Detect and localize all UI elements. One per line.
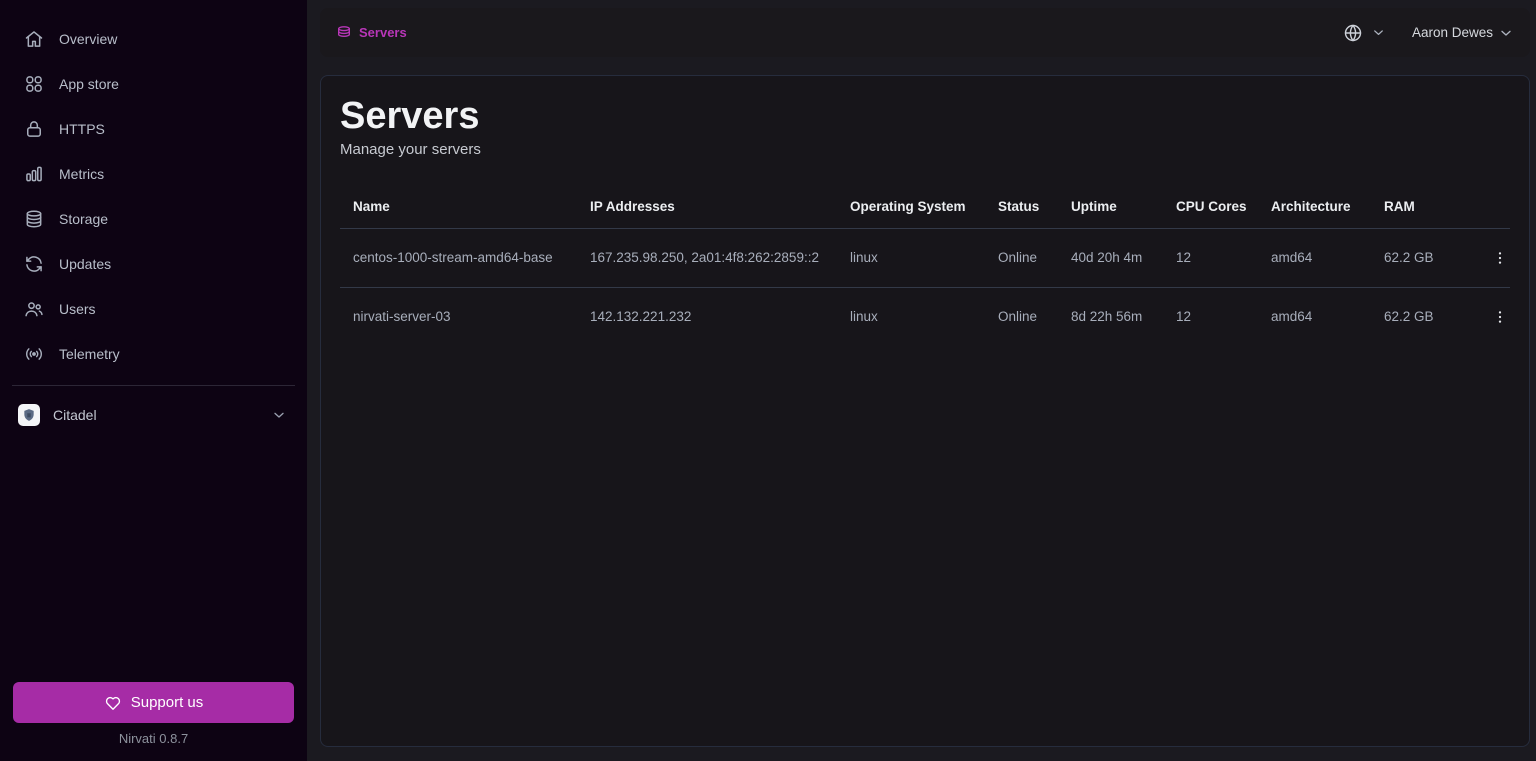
sidebar-item-citadel[interactable]: Citadel bbox=[0, 394, 307, 436]
sidebar-divider bbox=[12, 385, 295, 386]
sidebar-item-https[interactable]: HTTPS bbox=[0, 106, 307, 151]
cell-ram: 62.2 GB bbox=[1371, 228, 1471, 287]
cell-cpu-cores: 12 bbox=[1163, 287, 1258, 346]
sidebar-item-label: Storage bbox=[59, 211, 108, 227]
sidebar-item-overview[interactable]: Overview bbox=[0, 16, 307, 61]
sidebar-item-label: Overview bbox=[59, 31, 117, 47]
row-actions-button[interactable] bbox=[1484, 305, 1510, 329]
broadcast-icon bbox=[24, 344, 44, 364]
column-header-name: Name bbox=[340, 185, 577, 229]
bar-chart-icon bbox=[24, 164, 44, 184]
cell-ip: 142.132.221.232 bbox=[577, 287, 837, 346]
kebab-menu-icon bbox=[1492, 309, 1508, 325]
shield-icon bbox=[22, 408, 36, 422]
home-icon bbox=[24, 29, 44, 49]
cell-os: linux bbox=[837, 287, 985, 346]
row-actions-button[interactable] bbox=[1484, 246, 1510, 270]
status-badge: Online bbox=[985, 228, 1058, 287]
sidebar-item-label: Users bbox=[59, 301, 96, 317]
sidebar-item-label: Telemetry bbox=[59, 346, 120, 362]
page-title: Servers bbox=[340, 97, 1510, 137]
breadcrumb-label: Servers bbox=[359, 25, 407, 40]
cell-cpu-cores: 12 bbox=[1163, 228, 1258, 287]
column-header-actions bbox=[1471, 185, 1510, 229]
kebab-menu-icon bbox=[1492, 250, 1508, 266]
topbar: Servers Aaron Dewes bbox=[320, 8, 1530, 57]
cell-ip: 167.235.98.250, 2a01:4f8:262:2859::2 bbox=[577, 228, 837, 287]
sidebar-item-storage[interactable]: Storage bbox=[0, 196, 307, 241]
sidebar-item-label: Citadel bbox=[53, 407, 97, 423]
table-row: centos-1000-stream-amd64-base 167.235.98… bbox=[340, 228, 1510, 287]
servers-panel: Servers Manage your servers Name IP Addr… bbox=[320, 75, 1530, 747]
support-us-label: Support us bbox=[131, 694, 204, 711]
column-header-status: Status bbox=[985, 185, 1058, 229]
sidebar-item-updates[interactable]: Updates bbox=[0, 241, 307, 286]
cell-os: linux bbox=[837, 228, 985, 287]
sidebar-item-users[interactable]: Users bbox=[0, 286, 307, 331]
column-header-ip: IP Addresses bbox=[577, 185, 837, 229]
column-header-ram: RAM bbox=[1371, 185, 1471, 229]
globe-icon bbox=[1343, 23, 1363, 43]
language-selector[interactable] bbox=[1343, 23, 1386, 43]
sidebar-item-label: Updates bbox=[59, 256, 111, 272]
sidebar-item-metrics[interactable]: Metrics bbox=[0, 151, 307, 196]
sidebar-item-label: App store bbox=[59, 76, 119, 92]
user-menu[interactable]: Aaron Dewes bbox=[1412, 25, 1514, 41]
cell-architecture: amd64 bbox=[1258, 228, 1371, 287]
breadcrumb-servers[interactable]: Servers bbox=[336, 25, 407, 41]
page-subtitle: Manage your servers bbox=[340, 141, 1510, 158]
users-icon bbox=[24, 299, 44, 319]
citadel-app-badge bbox=[18, 404, 40, 426]
sidebar: Overview App store HTTPS Metrics Storage… bbox=[0, 0, 307, 761]
column-header-os: Operating System bbox=[837, 185, 985, 229]
topbar-right: Aaron Dewes bbox=[1343, 23, 1514, 43]
servers-table: Name IP Addresses Operating System Statu… bbox=[340, 185, 1510, 346]
sidebar-item-telemetry[interactable]: Telemetry bbox=[0, 331, 307, 376]
servers-icon bbox=[336, 25, 352, 41]
column-header-arch: Architecture bbox=[1258, 185, 1371, 229]
sidebar-item-label: HTTPS bbox=[59, 121, 105, 137]
chevron-down-icon bbox=[1498, 25, 1514, 41]
table-header-row: Name IP Addresses Operating System Statu… bbox=[340, 185, 1510, 229]
chevron-down-icon bbox=[271, 407, 287, 423]
heart-icon bbox=[104, 694, 122, 712]
status-badge: Online bbox=[985, 287, 1058, 346]
cell-uptime: 8d 22h 56m bbox=[1058, 287, 1163, 346]
sidebar-spacer bbox=[0, 436, 307, 682]
version-label: Nirvati 0.8.7 bbox=[0, 731, 307, 761]
main-area: Servers Aaron Dewes Servers Manage your … bbox=[307, 0, 1536, 761]
chevron-down-icon bbox=[1371, 25, 1386, 40]
grid-icon bbox=[24, 74, 44, 94]
cell-architecture: amd64 bbox=[1258, 287, 1371, 346]
support-us-button[interactable]: Support us bbox=[13, 682, 294, 723]
sidebar-item-app-store[interactable]: App store bbox=[0, 61, 307, 106]
cell-name: centos-1000-stream-amd64-base bbox=[340, 228, 577, 287]
table-row: nirvati-server-03 142.132.221.232 linux … bbox=[340, 287, 1510, 346]
cell-name: nirvati-server-03 bbox=[340, 287, 577, 346]
database-icon bbox=[24, 209, 44, 229]
sidebar-item-label: Metrics bbox=[59, 166, 104, 182]
lock-icon bbox=[24, 119, 44, 139]
user-name: Aaron Dewes bbox=[1412, 25, 1493, 40]
column-header-uptime: Uptime bbox=[1058, 185, 1163, 229]
column-header-cpu: CPU Cores bbox=[1163, 185, 1258, 229]
cell-ram: 62.2 GB bbox=[1371, 287, 1471, 346]
refresh-icon bbox=[24, 254, 44, 274]
cell-uptime: 40d 20h 4m bbox=[1058, 228, 1163, 287]
